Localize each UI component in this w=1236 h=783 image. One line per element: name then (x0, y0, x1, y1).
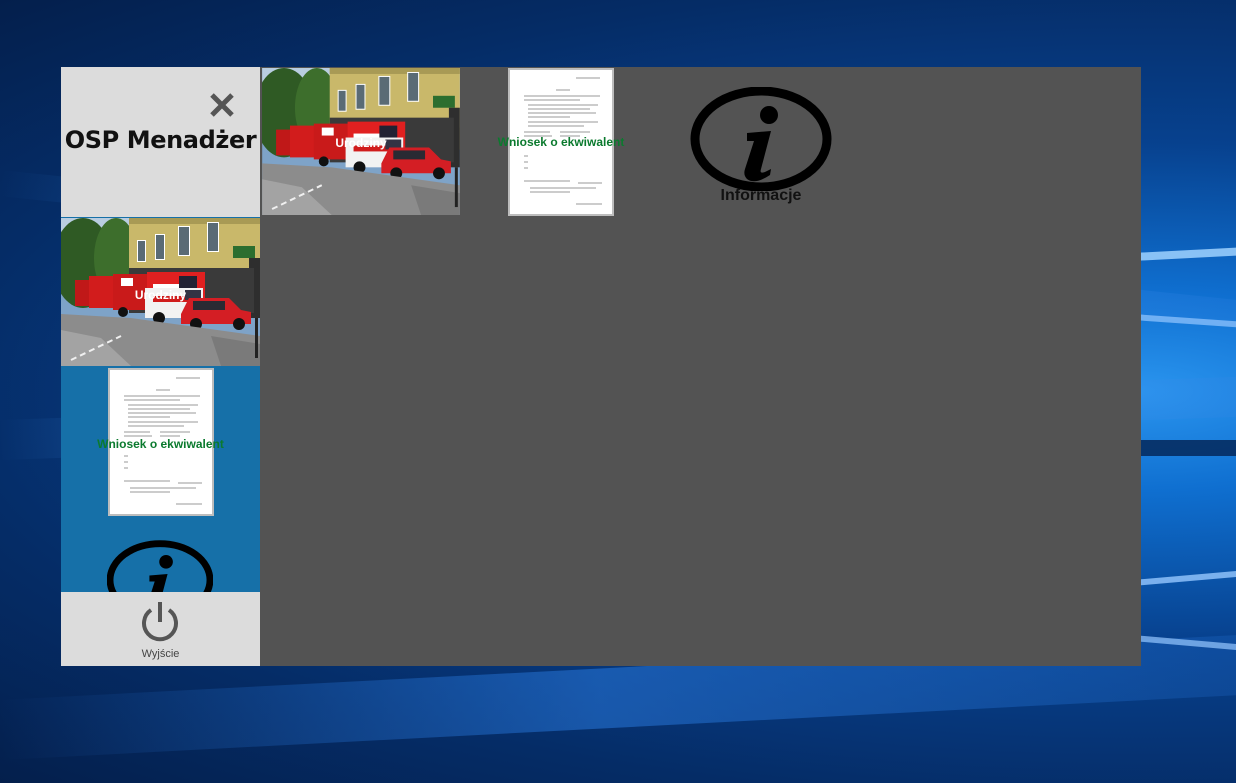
main-content: Urodziny Wniosek o ekwiwalent Informacje (261, 67, 1141, 666)
info-icon (689, 87, 833, 191)
app-window: OSP Menadżer Urodziny Wniosek o ekwiwale… (61, 67, 1141, 666)
tile-birthdays[interactable]: Urodziny (262, 68, 460, 215)
info-icon (107, 540, 213, 592)
nav-item-birthdays-label: Urodziny (134, 288, 187, 302)
nav-item-birthdays[interactable]: Urodziny (61, 218, 260, 366)
power-icon (142, 602, 178, 642)
nav-item-request-label: Wniosek o ekwiwalent (97, 437, 224, 451)
exit-button[interactable]: Wyjście (61, 592, 260, 666)
pane-header: OSP Menadżer (61, 67, 260, 217)
tile-request-label: Wniosek o ekwiwalent (497, 135, 625, 149)
nav-item-info[interactable] (107, 540, 213, 592)
tile-info[interactable]: Informacje (689, 87, 833, 207)
wallpaper-streak (1134, 570, 1236, 586)
exit-label: Wyjście (141, 648, 180, 660)
wallpaper-streak (1135, 440, 1236, 456)
app-title: OSP Menadżer (64, 126, 257, 154)
close-icon (210, 93, 234, 117)
close-button[interactable] (204, 87, 240, 123)
wallpaper-streak (1134, 247, 1236, 261)
tile-info-label: Informacje (720, 187, 802, 204)
navigation-pane: OSP Menadżer Urodziny Wniosek o ekwiwale… (61, 67, 260, 666)
tile-birthdays-label: Urodziny (335, 136, 387, 150)
